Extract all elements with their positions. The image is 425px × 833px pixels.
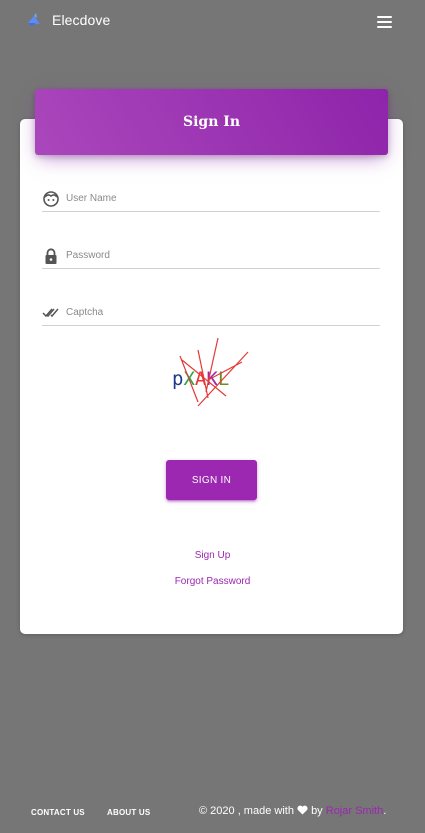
captcha-text: pXAKL	[172, 368, 229, 390]
password-field-group	[42, 243, 380, 269]
captcha-field-group	[42, 300, 380, 326]
double-check-icon	[42, 308, 59, 318]
copyright-prefix: © 2020 , made with	[199, 805, 294, 817]
captcha-letter: p	[172, 368, 183, 390]
signin-button[interactable]: SIGN IN	[166, 460, 257, 500]
lock-icon	[45, 248, 57, 264]
card-title: Sign In	[183, 114, 240, 130]
copyright: © 2020 , made with by Rojar Smith.	[199, 805, 386, 817]
forgot-password-link[interactable]: Forgot Password	[0, 576, 425, 587]
copyright-by: by	[311, 805, 323, 817]
bird-logo-icon	[28, 13, 40, 26]
password-input[interactable]	[66, 245, 366, 265]
username-field-group	[42, 186, 380, 212]
card-header: Sign In	[35, 89, 388, 155]
face-icon	[43, 191, 59, 207]
captcha-input[interactable]	[66, 302, 366, 322]
signup-link[interactable]: Sign Up	[0, 550, 425, 561]
captcha-image: pXAKL	[172, 337, 249, 407]
footer: CONTACT US ABOUT US © 2020 , made with b…	[0, 800, 425, 824]
author-link[interactable]: Rojar Smith	[326, 805, 383, 817]
about-us-link[interactable]: ABOUT US	[107, 808, 150, 817]
username-input[interactable]	[66, 188, 366, 208]
heart-icon	[297, 805, 308, 815]
contact-us-link[interactable]: CONTACT US	[31, 808, 85, 817]
navbar: Elecdove	[0, 0, 425, 44]
copyright-suffix: .	[383, 805, 387, 817]
hamburger-menu-icon[interactable]	[377, 16, 392, 28]
brand-name: Elecdove	[52, 12, 111, 28]
brand[interactable]: Elecdove	[26, 12, 110, 28]
